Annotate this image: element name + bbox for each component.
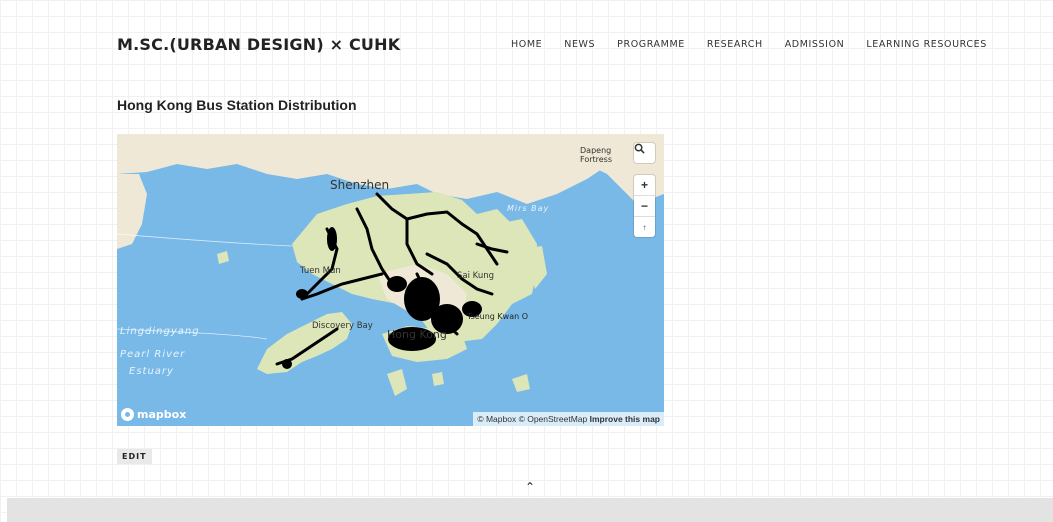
edit-button[interactable]: EDIT [117, 449, 152, 464]
label-hong-kong: Hong Kong [387, 328, 447, 341]
map-attribution: © Mapbox © OpenStreetMap Improve this ma… [473, 412, 664, 426]
small-island-3 [512, 374, 530, 392]
nav-item-learning-resources[interactable]: LEARNING RESOURCES [866, 39, 986, 50]
mapbox-logo-text: mapbox [137, 408, 187, 421]
attribution-mapbox-link[interactable]: © Mapbox [477, 414, 516, 424]
small-island-2 [217, 251, 229, 264]
label-lingdingyang: Lingdingyang [120, 326, 200, 337]
lamma-island [387, 369, 407, 396]
page-title: Hong Kong Bus Station Distribution [117, 97, 357, 113]
improve-map-link[interactable]: Improve this map [590, 414, 660, 424]
label-dapeng: Dapeng Fortress [580, 146, 613, 164]
mapbox-logo-icon [121, 408, 134, 421]
main-nav: HOME NEWS PROGRAMME RESEARCH ADMISSION L… [511, 39, 1009, 50]
nav-item-news[interactable]: NEWS [564, 39, 595, 50]
zoom-out-button[interactable]: − [634, 195, 655, 216]
attribution-osm-link[interactable]: © OpenStreetMap [519, 414, 588, 424]
zoom-in-button[interactable]: + [634, 175, 655, 195]
back-to-top-icon[interactable]: ⌃ [525, 480, 535, 494]
label-tseung-kwan-o: Tseung Kwan O [467, 312, 529, 321]
west-coast-land [117, 174, 147, 249]
label-discovery-bay: Discovery Bay [312, 321, 373, 331]
label-estuary: Estuary [129, 366, 174, 377]
nav-item-admission[interactable]: ADMISSION [785, 39, 845, 50]
label-tuen-mun: Tuen Mun [300, 266, 341, 276]
coastline-road [117, 233, 293, 247]
map-embed[interactable]: Shenzhen Dapeng Fortress Mirs Bay Tuen M… [117, 134, 664, 426]
search-icon[interactable] [634, 143, 655, 163]
mapbox-logo[interactable]: mapbox [121, 408, 186, 421]
map-zoom-control: + − ↑ [634, 175, 655, 237]
nav-item-home[interactable]: HOME [511, 39, 542, 50]
nav-item-programme[interactable]: PROGRAMME [617, 39, 685, 50]
label-mirs-bay: Mirs Bay [507, 204, 550, 213]
site-title[interactable]: M.SC.(URBAN DESIGN) × CUHK [117, 35, 400, 54]
nav-item-research[interactable]: RESEARCH [707, 39, 763, 50]
site-footer [7, 498, 1053, 522]
search-glyph [634, 143, 645, 154]
small-island-1 [432, 372, 444, 386]
map-search-control[interactable] [634, 143, 655, 163]
label-pearl-river: Pearl River [120, 349, 186, 360]
compass-button[interactable]: ↑ [634, 216, 655, 237]
label-shenzhen: Shenzhen [330, 178, 390, 192]
map-canvas[interactable] [117, 134, 664, 426]
label-sai-kung: Sai Kung [457, 271, 494, 281]
